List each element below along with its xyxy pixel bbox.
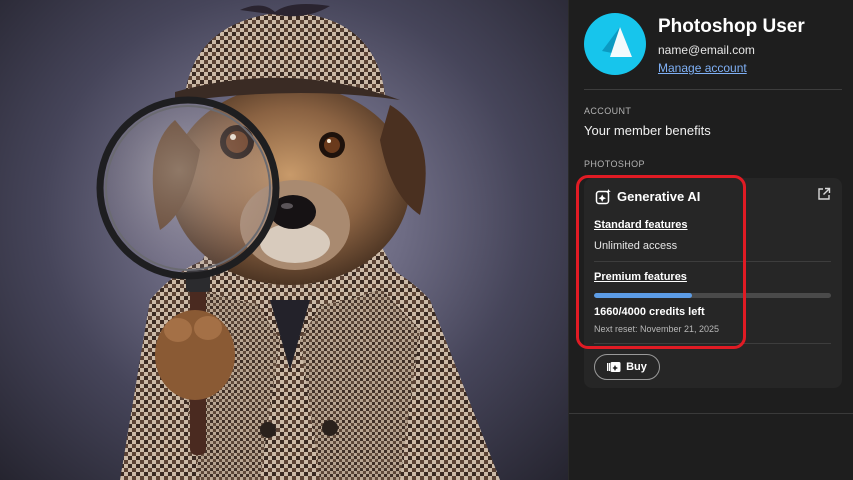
credits-progress-bar	[594, 293, 831, 298]
divider	[584, 89, 842, 90]
credits-card-icon	[607, 362, 621, 372]
manage-account-link[interactable]: Manage account	[658, 61, 747, 75]
generative-ai-icon	[595, 189, 611, 205]
dog-detective-photo	[0, 0, 568, 480]
avatar[interactable]	[584, 13, 646, 75]
card-title: Generative AI	[617, 189, 701, 204]
standard-features-link[interactable]: Standard features	[594, 219, 688, 231]
section-label-account: ACCOUNT	[584, 106, 632, 116]
account-panel: Photoshop User name@email.com Manage acc…	[568, 0, 853, 480]
card-divider	[594, 261, 831, 262]
buy-button[interactable]: Buy	[594, 354, 660, 380]
user-email: name@email.com	[658, 43, 755, 57]
external-link-icon[interactable]	[817, 187, 831, 201]
photo-illustration	[96, 4, 500, 480]
credits-progress-fill	[594, 293, 693, 298]
user-name: Photoshop User	[658, 16, 805, 37]
divider	[569, 413, 853, 414]
member-benefits-text: Your member benefits	[584, 123, 711, 138]
buy-button-label: Buy	[626, 361, 647, 373]
avatar-logo-icon	[602, 27, 632, 57]
section-label-photoshop: PHOTOSHOP	[584, 159, 645, 169]
credits-left-text: 1660/4000 credits left	[594, 306, 705, 318]
next-reset-text: Next reset: November 21, 2025	[594, 324, 720, 334]
standard-features-value: Unlimited access	[594, 240, 678, 252]
card-divider	[594, 343, 831, 344]
generative-ai-card: Generative AI Standard features Unlimite…	[584, 178, 842, 388]
premium-features-link[interactable]: Premium features	[594, 271, 687, 283]
